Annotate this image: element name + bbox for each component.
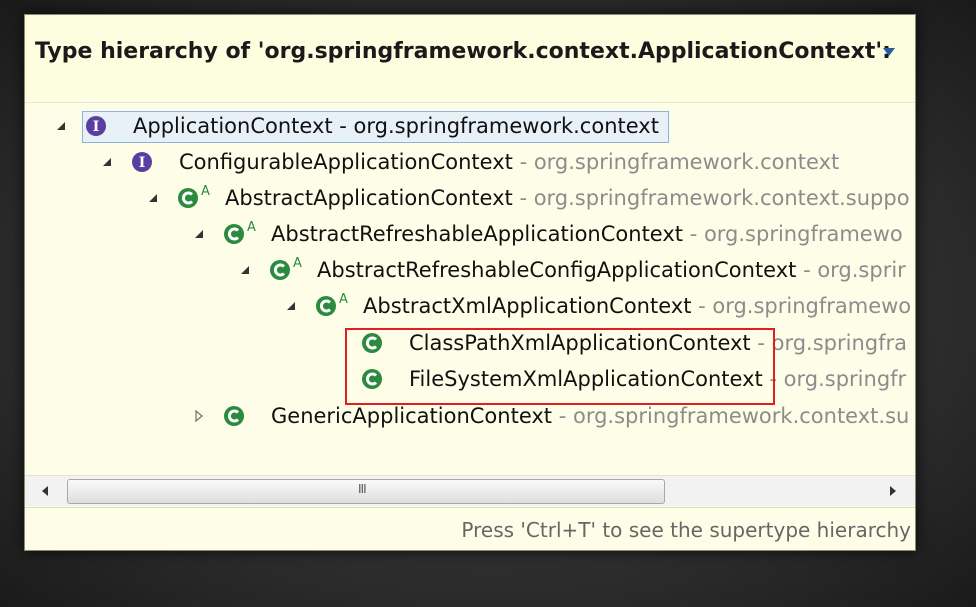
expanded-triangle-icon[interactable] bbox=[101, 145, 115, 179]
interface-icon: I bbox=[131, 151, 153, 173]
package-name: - org.springframework.context.suppo bbox=[512, 186, 910, 210]
type-name: GenericApplicationContext bbox=[271, 404, 553, 428]
package-name: - org.springframework.context bbox=[512, 150, 840, 174]
popup-header: Type hierarchy of 'org.springframework.c… bbox=[25, 15, 915, 101]
class-icon bbox=[361, 368, 383, 390]
tree-row-classpathxmlapplicationcontext[interactable]: ClassPathXmlApplicationContext - org.spr… bbox=[25, 326, 915, 360]
type-name: ConfigurableApplicationContext bbox=[179, 150, 513, 174]
package-name: - org.springfra bbox=[750, 331, 907, 355]
abstract-class-icon: A bbox=[269, 256, 302, 281]
expanded-triangle-icon[interactable] bbox=[55, 109, 69, 143]
expanded-triangle-icon[interactable] bbox=[239, 253, 253, 287]
package-name: - org.springfr bbox=[762, 367, 907, 391]
package-name: - org.springframewo bbox=[691, 294, 912, 318]
package-name: - org.springframewo bbox=[683, 222, 903, 246]
package-name: - org.springframework.context.su bbox=[552, 404, 910, 428]
collapsed-triangle-icon[interactable] bbox=[193, 399, 207, 433]
type-name: AbstractRefreshableApplicationContext bbox=[271, 222, 684, 246]
hierarchy-tree[interactable]: I ApplicationContext - org.springframewo… bbox=[25, 109, 915, 469]
type-name: AbstractApplicationContext bbox=[225, 186, 513, 210]
scroll-right-icon[interactable] bbox=[877, 476, 911, 506]
tree-row-genericapplicationcontext[interactable]: GenericApplicationContext - org.springfr… bbox=[25, 399, 915, 433]
type-hierarchy-popup: Type hierarchy of 'org.springframework.c… bbox=[24, 14, 916, 551]
svg-text:I: I bbox=[93, 119, 100, 135]
class-icon bbox=[361, 332, 383, 354]
expanded-triangle-icon[interactable] bbox=[147, 181, 161, 215]
type-name: AbstractXmlApplicationContext bbox=[363, 294, 692, 318]
interface-icon: I bbox=[85, 115, 107, 137]
scrollbar-thumb[interactable]: III bbox=[67, 479, 665, 504]
tree-row-abstractrefreshableconfigapplicationcontext[interactable]: A AbstractRefreshableConfigApplicationCo… bbox=[25, 253, 915, 287]
tree-row-abstractrefreshableapplicationcontext[interactable]: A AbstractRefreshableApplicationContext … bbox=[25, 217, 915, 251]
abstract-class-icon: A bbox=[177, 184, 210, 209]
tree-row-filesystemxmlapplicationcontext[interactable]: FileSystemXmlApplicationContext - org.sp… bbox=[25, 362, 915, 396]
scrollbar-grip: III bbox=[358, 482, 367, 496]
header-separator bbox=[25, 102, 915, 103]
tree-row-applicationcontext[interactable]: I ApplicationContext - org.springframewo… bbox=[25, 109, 915, 143]
expanded-triangle-icon[interactable] bbox=[193, 217, 207, 251]
view-menu-icon[interactable] bbox=[881, 45, 897, 59]
type-name: ApplicationContext bbox=[133, 114, 333, 138]
package-name: - org.sprir bbox=[796, 258, 906, 282]
abstract-class-icon: A bbox=[223, 220, 256, 245]
expanded-triangle-icon[interactable] bbox=[285, 289, 299, 323]
type-name: AbstractRefreshableConfigApplicationCont… bbox=[317, 258, 797, 282]
tree-row-abstractapplicationcontext[interactable]: A AbstractApplicationContext - org.sprin… bbox=[25, 181, 915, 215]
scroll-left-icon[interactable] bbox=[29, 476, 63, 506]
tree-row-configurableapplicationcontext[interactable]: I ConfigurableApplicationContext - org.s… bbox=[25, 145, 915, 179]
abstract-class-icon: A bbox=[315, 292, 348, 317]
class-icon bbox=[223, 405, 245, 427]
popup-title: Type hierarchy of 'org.springframework.c… bbox=[35, 39, 891, 64]
type-name: FileSystemXmlApplicationContext bbox=[409, 367, 763, 391]
status-hint: Press 'Ctrl+T' to see the supertype hier… bbox=[461, 518, 911, 542]
type-name: ClassPathXmlApplicationContext bbox=[409, 331, 751, 355]
svg-text:I: I bbox=[139, 155, 146, 171]
horizontal-scrollbar[interactable]: III bbox=[25, 475, 915, 506]
status-bar: Press 'Ctrl+T' to see the supertype hier… bbox=[25, 507, 915, 550]
tree-row-abstractxmlapplicationcontext[interactable]: A AbstractXmlApplicationContext - org.sp… bbox=[25, 289, 915, 323]
package-name: - org.springframework.context bbox=[332, 114, 659, 138]
